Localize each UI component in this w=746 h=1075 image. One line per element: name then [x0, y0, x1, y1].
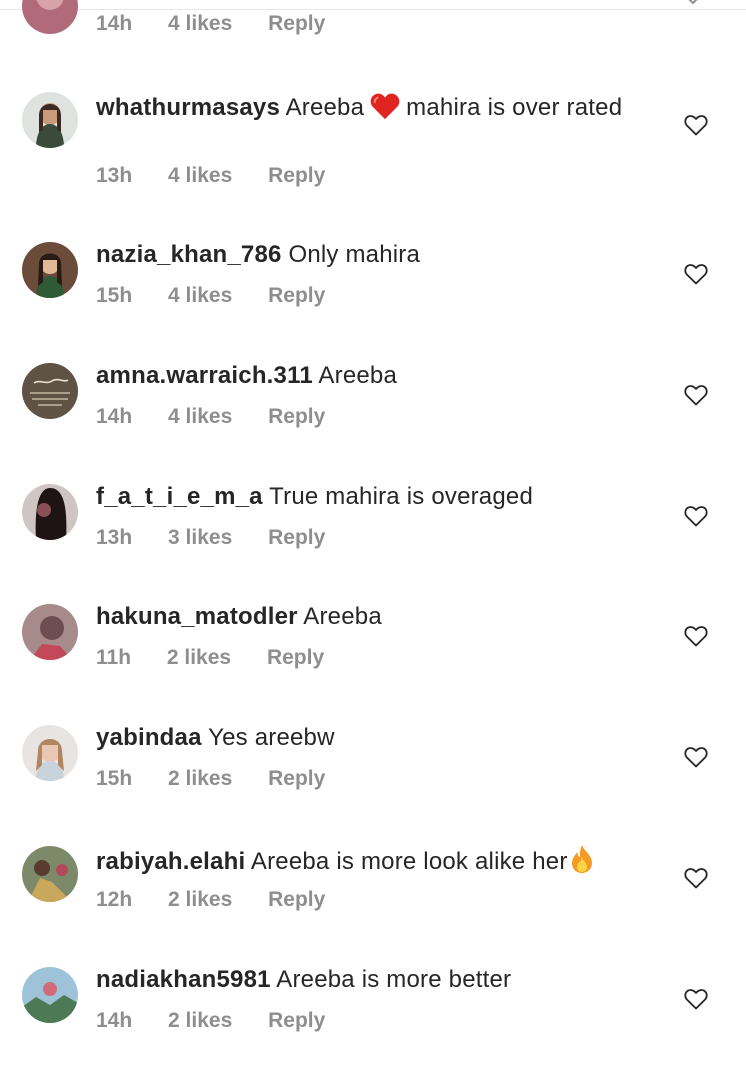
comment-row-partial: 14h 4 likes Reply [0, 0, 746, 70]
reply-button[interactable]: Reply [268, 526, 325, 549]
heart-icon[interactable] [684, 114, 708, 136]
comment-text: hakuna_matodler Areeba [96, 602, 656, 631]
username[interactable]: rabiyah.elahi [96, 848, 245, 875]
comment-text: rabiyah.elahi Areeba is more look alike … [96, 844, 656, 876]
heart-icon[interactable] [684, 867, 708, 889]
avatar[interactable] [22, 92, 78, 148]
comment-body: True mahira is overaged [269, 483, 534, 510]
heart-icon[interactable] [684, 746, 708, 768]
username[interactable]: nazia_khan_786 [96, 241, 282, 268]
comment-row: nadiakhan5981 Areeba is more better 14h … [0, 965, 746, 1075]
avatar[interactable] [22, 604, 78, 660]
comment-row: f_a_t_i_e_m_a True mahira is overaged 13… [0, 482, 746, 592]
comment-time: 11h [96, 646, 132, 669]
avatar[interactable] [22, 0, 78, 34]
reply-button[interactable]: Reply [268, 164, 325, 187]
comment-body: Areeba [285, 94, 365, 121]
username[interactable]: yabindaa [96, 724, 202, 751]
username[interactable]: amna.warraich.311 [96, 362, 313, 389]
comment-row: hakuna_matodler Areeba 11h 2 likes Reply [0, 602, 746, 712]
heart-icon[interactable] [684, 988, 708, 1010]
reply-button[interactable]: Reply [268, 284, 325, 307]
avatar[interactable] [22, 846, 78, 902]
comment-meta: 13h 3 likes Reply [96, 526, 355, 550]
comment-body: Areeba [318, 362, 398, 389]
comment-time: 13h [96, 164, 133, 187]
comment-meta: 13h 4 likes Reply [96, 164, 355, 188]
reply-button[interactable]: Reply [268, 767, 325, 790]
heart-icon[interactable] [684, 625, 708, 647]
comment-time: 15h [96, 284, 133, 307]
reply-button[interactable]: Reply [268, 405, 325, 428]
reply-button[interactable]: Reply [268, 12, 325, 35]
comment-text: f_a_t_i_e_m_a True mahira is overaged [96, 482, 656, 511]
avatar[interactable] [22, 363, 78, 419]
comment-text: whathurmasays Areeba mahira is over rated [96, 92, 656, 122]
comment-meta: 11h 2 likes Reply [96, 646, 354, 670]
comment-time: 14h [96, 1009, 133, 1032]
heart-icon[interactable] [684, 505, 708, 527]
username[interactable]: whathurmasays [96, 94, 280, 121]
comment-body: mahira is over rated [406, 94, 623, 121]
like-count[interactable]: 2 likes [168, 767, 232, 790]
reply-button[interactable]: Reply [268, 1009, 325, 1032]
comment-meta: 14h 2 likes Reply [96, 1009, 355, 1033]
avatar[interactable] [22, 242, 78, 298]
comment-body: Only mahira [288, 241, 421, 268]
comment-meta: 15h 4 likes Reply [96, 284, 355, 308]
comment-time: 12h [96, 888, 133, 911]
heart-emoji-icon [370, 93, 400, 120]
comment-body: Areeba [303, 603, 382, 630]
reply-button[interactable]: Reply [267, 646, 324, 669]
comment-text: amna.warraich.311 Areeba [96, 361, 656, 390]
comment-time: 14h [96, 12, 133, 35]
heart-icon[interactable] [684, 384, 708, 406]
comment-text: yabindaa Yes areebw [96, 723, 656, 752]
comment-row: yabindaa Yes areebw 15h 2 likes Reply [0, 723, 746, 833]
comment-row: amna.warraich.311 Areeba 14h 4 likes Rep… [0, 361, 746, 471]
comment-time: 13h [96, 526, 133, 549]
like-count[interactable]: 4 likes [168, 12, 232, 35]
like-count[interactable]: 4 likes [168, 284, 232, 307]
comment-body: Areeba is more better [276, 966, 512, 993]
fire-emoji-icon [571, 845, 592, 873]
username[interactable]: f_a_t_i_e_m_a [96, 483, 263, 510]
like-count[interactable]: 2 likes [167, 646, 231, 669]
comment-text: nazia_khan_786 Only mahira [96, 240, 656, 269]
comment-row: rabiyah.elahi Areeba is more look alike … [0, 844, 746, 954]
username[interactable]: nadiakhan5981 [96, 966, 271, 993]
like-count[interactable]: 2 likes [168, 888, 232, 911]
comment-meta: 15h 2 likes Reply [96, 767, 355, 791]
like-count[interactable]: 2 likes [168, 1009, 232, 1032]
comment-meta: 14h 4 likes Reply [96, 405, 355, 429]
like-count[interactable]: 3 likes [168, 526, 232, 549]
username[interactable]: hakuna_matodler [96, 603, 298, 630]
avatar[interactable] [22, 484, 78, 540]
comment-text: nadiakhan5981 Areeba is more better [96, 965, 656, 994]
comment-time: 15h [96, 767, 133, 790]
like-count[interactable]: 4 likes [168, 164, 232, 187]
comment-meta: 14h 4 likes Reply [96, 12, 355, 36]
avatar[interactable] [22, 967, 78, 1023]
comment-row: nazia_khan_786 Only mahira 15h 4 likes R… [0, 240, 746, 350]
comment-time: 14h [96, 405, 133, 428]
comment-meta: 12h 2 likes Reply [96, 888, 355, 912]
comment-body: Yes areebw [208, 724, 335, 751]
comment-row: whathurmasays Areeba mahira is over rated… [0, 90, 746, 200]
reply-button[interactable]: Reply [268, 888, 325, 911]
comment-body: Areeba is more look alike her [250, 848, 568, 875]
like-count[interactable]: 4 likes [168, 405, 232, 428]
heart-icon[interactable] [684, 263, 708, 285]
avatar[interactable] [22, 725, 78, 781]
